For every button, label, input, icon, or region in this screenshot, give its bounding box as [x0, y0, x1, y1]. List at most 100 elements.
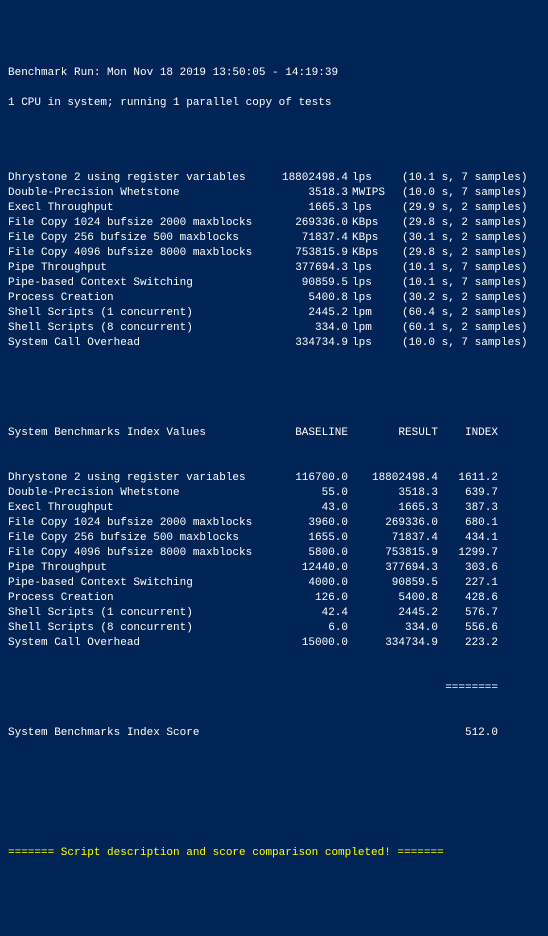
test-name: File Copy 256 bufsize 500 maxblocks: [8, 231, 268, 246]
test-value: 334.0: [268, 321, 348, 336]
index-index: 428.6: [438, 591, 498, 606]
test-value: 753815.9: [268, 246, 348, 261]
rule: ========: [8, 681, 498, 696]
test-row: File Copy 4096 bufsize 8000 maxblocks753…: [8, 246, 540, 261]
score-label: System Benchmarks Index Score: [8, 726, 438, 741]
index-baseline: 3960.0: [268, 516, 348, 531]
index-index: 639.7: [438, 486, 498, 501]
index-result: 334734.9: [348, 636, 438, 651]
blank-line: [8, 381, 540, 396]
index-row: File Copy 256 bufsize 500 maxblocks1655.…: [8, 531, 540, 546]
test-unit: lps: [348, 201, 394, 216]
index-name: Double-Precision Whetstone: [8, 486, 268, 501]
index-name: Dhrystone 2 using register variables: [8, 471, 268, 486]
index-name: Pipe-based Context Switching: [8, 576, 268, 591]
index-result: 71837.4: [348, 531, 438, 546]
test-row: Process Creation5400.8lps(30.2 s, 2 samp…: [8, 291, 540, 306]
test-value: 90859.5: [268, 276, 348, 291]
test-unit: lps: [348, 291, 394, 306]
index-baseline: 1655.0: [268, 531, 348, 546]
test-detail: (10.0 s, 7 samples): [394, 186, 527, 201]
index-baseline: 12440.0: [268, 561, 348, 576]
index-name: Process Creation: [8, 591, 268, 606]
index-index: 1299.7: [438, 546, 498, 561]
indices-block: Dhrystone 2 using register variables1167…: [8, 471, 540, 651]
index-result: 2445.2: [348, 606, 438, 621]
index-result: 18802498.4: [348, 471, 438, 486]
index-result: 377694.3: [348, 561, 438, 576]
test-name: Shell Scripts (1 concurrent): [8, 306, 268, 321]
blank-line: [8, 771, 540, 786]
test-unit: lps: [348, 171, 394, 186]
test-unit: KBps: [348, 231, 394, 246]
index-index: 576.7: [438, 606, 498, 621]
test-row: Dhrystone 2 using register variables1880…: [8, 171, 540, 186]
index-name: File Copy 256 bufsize 500 maxblocks: [8, 531, 268, 546]
test-value: 1665.3: [268, 201, 348, 216]
index-row: Dhrystone 2 using register variables1167…: [8, 471, 540, 486]
index-result: 269336.0: [348, 516, 438, 531]
index-name: Shell Scripts (1 concurrent): [8, 606, 268, 621]
index-result: 1665.3: [348, 501, 438, 516]
test-value: 2445.2: [268, 306, 348, 321]
test-name: Dhrystone 2 using register variables: [8, 171, 268, 186]
score-line: System Benchmarks Index Score 512.0: [8, 726, 540, 741]
index-index: 434.1: [438, 531, 498, 546]
index-row: File Copy 1024 bufsize 2000 maxblocks396…: [8, 516, 540, 531]
test-value: 3518.3: [268, 186, 348, 201]
test-unit: KBps: [348, 216, 394, 231]
index-header-result: RESULT: [348, 426, 438, 441]
test-row: Pipe-based Context Switching90859.5lps(1…: [8, 276, 540, 291]
index-row: Process Creation126.05400.8428.6: [8, 591, 540, 606]
test-name: System Call Overhead: [8, 336, 268, 351]
index-row: System Call Overhead15000.0334734.9223.2: [8, 636, 540, 651]
index-result: 5400.8: [348, 591, 438, 606]
index-baseline: 43.0: [268, 501, 348, 516]
index-index: 227.1: [438, 576, 498, 591]
index-result: 334.0: [348, 621, 438, 636]
index-row: Double-Precision Whetstone55.03518.3639.…: [8, 486, 540, 501]
index-index: 556.6: [438, 621, 498, 636]
index-index: 680.1: [438, 516, 498, 531]
test-row: File Copy 1024 bufsize 2000 maxblocks269…: [8, 216, 540, 231]
score-value: 512.0: [438, 726, 498, 741]
test-unit: lpm: [348, 321, 394, 336]
test-name: Execl Throughput: [8, 201, 268, 216]
test-name: Shell Scripts (8 concurrent): [8, 321, 268, 336]
index-index: 387.3: [438, 501, 498, 516]
test-value: 377694.3: [268, 261, 348, 276]
test-detail: (30.1 s, 2 samples): [394, 231, 527, 246]
footer-line: ======= Script description and score com…: [8, 846, 540, 861]
test-unit: MWIPS: [348, 186, 394, 201]
index-baseline: 6.0: [268, 621, 348, 636]
test-detail: (29.8 s, 2 samples): [394, 216, 527, 231]
index-baseline: 4000.0: [268, 576, 348, 591]
test-value: 18802498.4: [268, 171, 348, 186]
test-detail: (60.4 s, 2 samples): [394, 306, 527, 321]
index-result: 753815.9: [348, 546, 438, 561]
index-row: Pipe Throughput12440.0377694.3303.6: [8, 561, 540, 576]
test-detail: (10.1 s, 7 samples): [394, 261, 527, 276]
test-unit: KBps: [348, 246, 394, 261]
index-name: Pipe Throughput: [8, 561, 268, 576]
test-row: File Copy 256 bufsize 500 maxblocks71837…: [8, 231, 540, 246]
test-value: 71837.4: [268, 231, 348, 246]
index-index: 1611.2: [438, 471, 498, 486]
index-name: Shell Scripts (8 concurrent): [8, 621, 268, 636]
test-name: File Copy 1024 bufsize 2000 maxblocks: [8, 216, 268, 231]
test-detail: (30.2 s, 2 samples): [394, 291, 527, 306]
cpu-line: 1 CPU in system; running 1 parallel copy…: [8, 96, 540, 111]
index-baseline: 116700.0: [268, 471, 348, 486]
rule-line: ========: [8, 681, 540, 696]
index-name: Execl Throughput: [8, 501, 268, 516]
test-row: System Call Overhead334734.9lps(10.0 s, …: [8, 336, 540, 351]
test-name: File Copy 4096 bufsize 8000 maxblocks: [8, 246, 268, 261]
test-detail: (10.1 s, 7 samples): [394, 276, 527, 291]
run-line: Benchmark Run: Mon Nov 18 2019 13:50:05 …: [8, 66, 540, 81]
index-header-title: System Benchmarks Index Values: [8, 426, 268, 441]
test-unit: lps: [348, 261, 394, 276]
test-detail: (60.1 s, 2 samples): [394, 321, 527, 336]
test-value: 334734.9: [268, 336, 348, 351]
index-index: 223.2: [438, 636, 498, 651]
index-row: Shell Scripts (8 concurrent)6.0334.0556.…: [8, 621, 540, 636]
